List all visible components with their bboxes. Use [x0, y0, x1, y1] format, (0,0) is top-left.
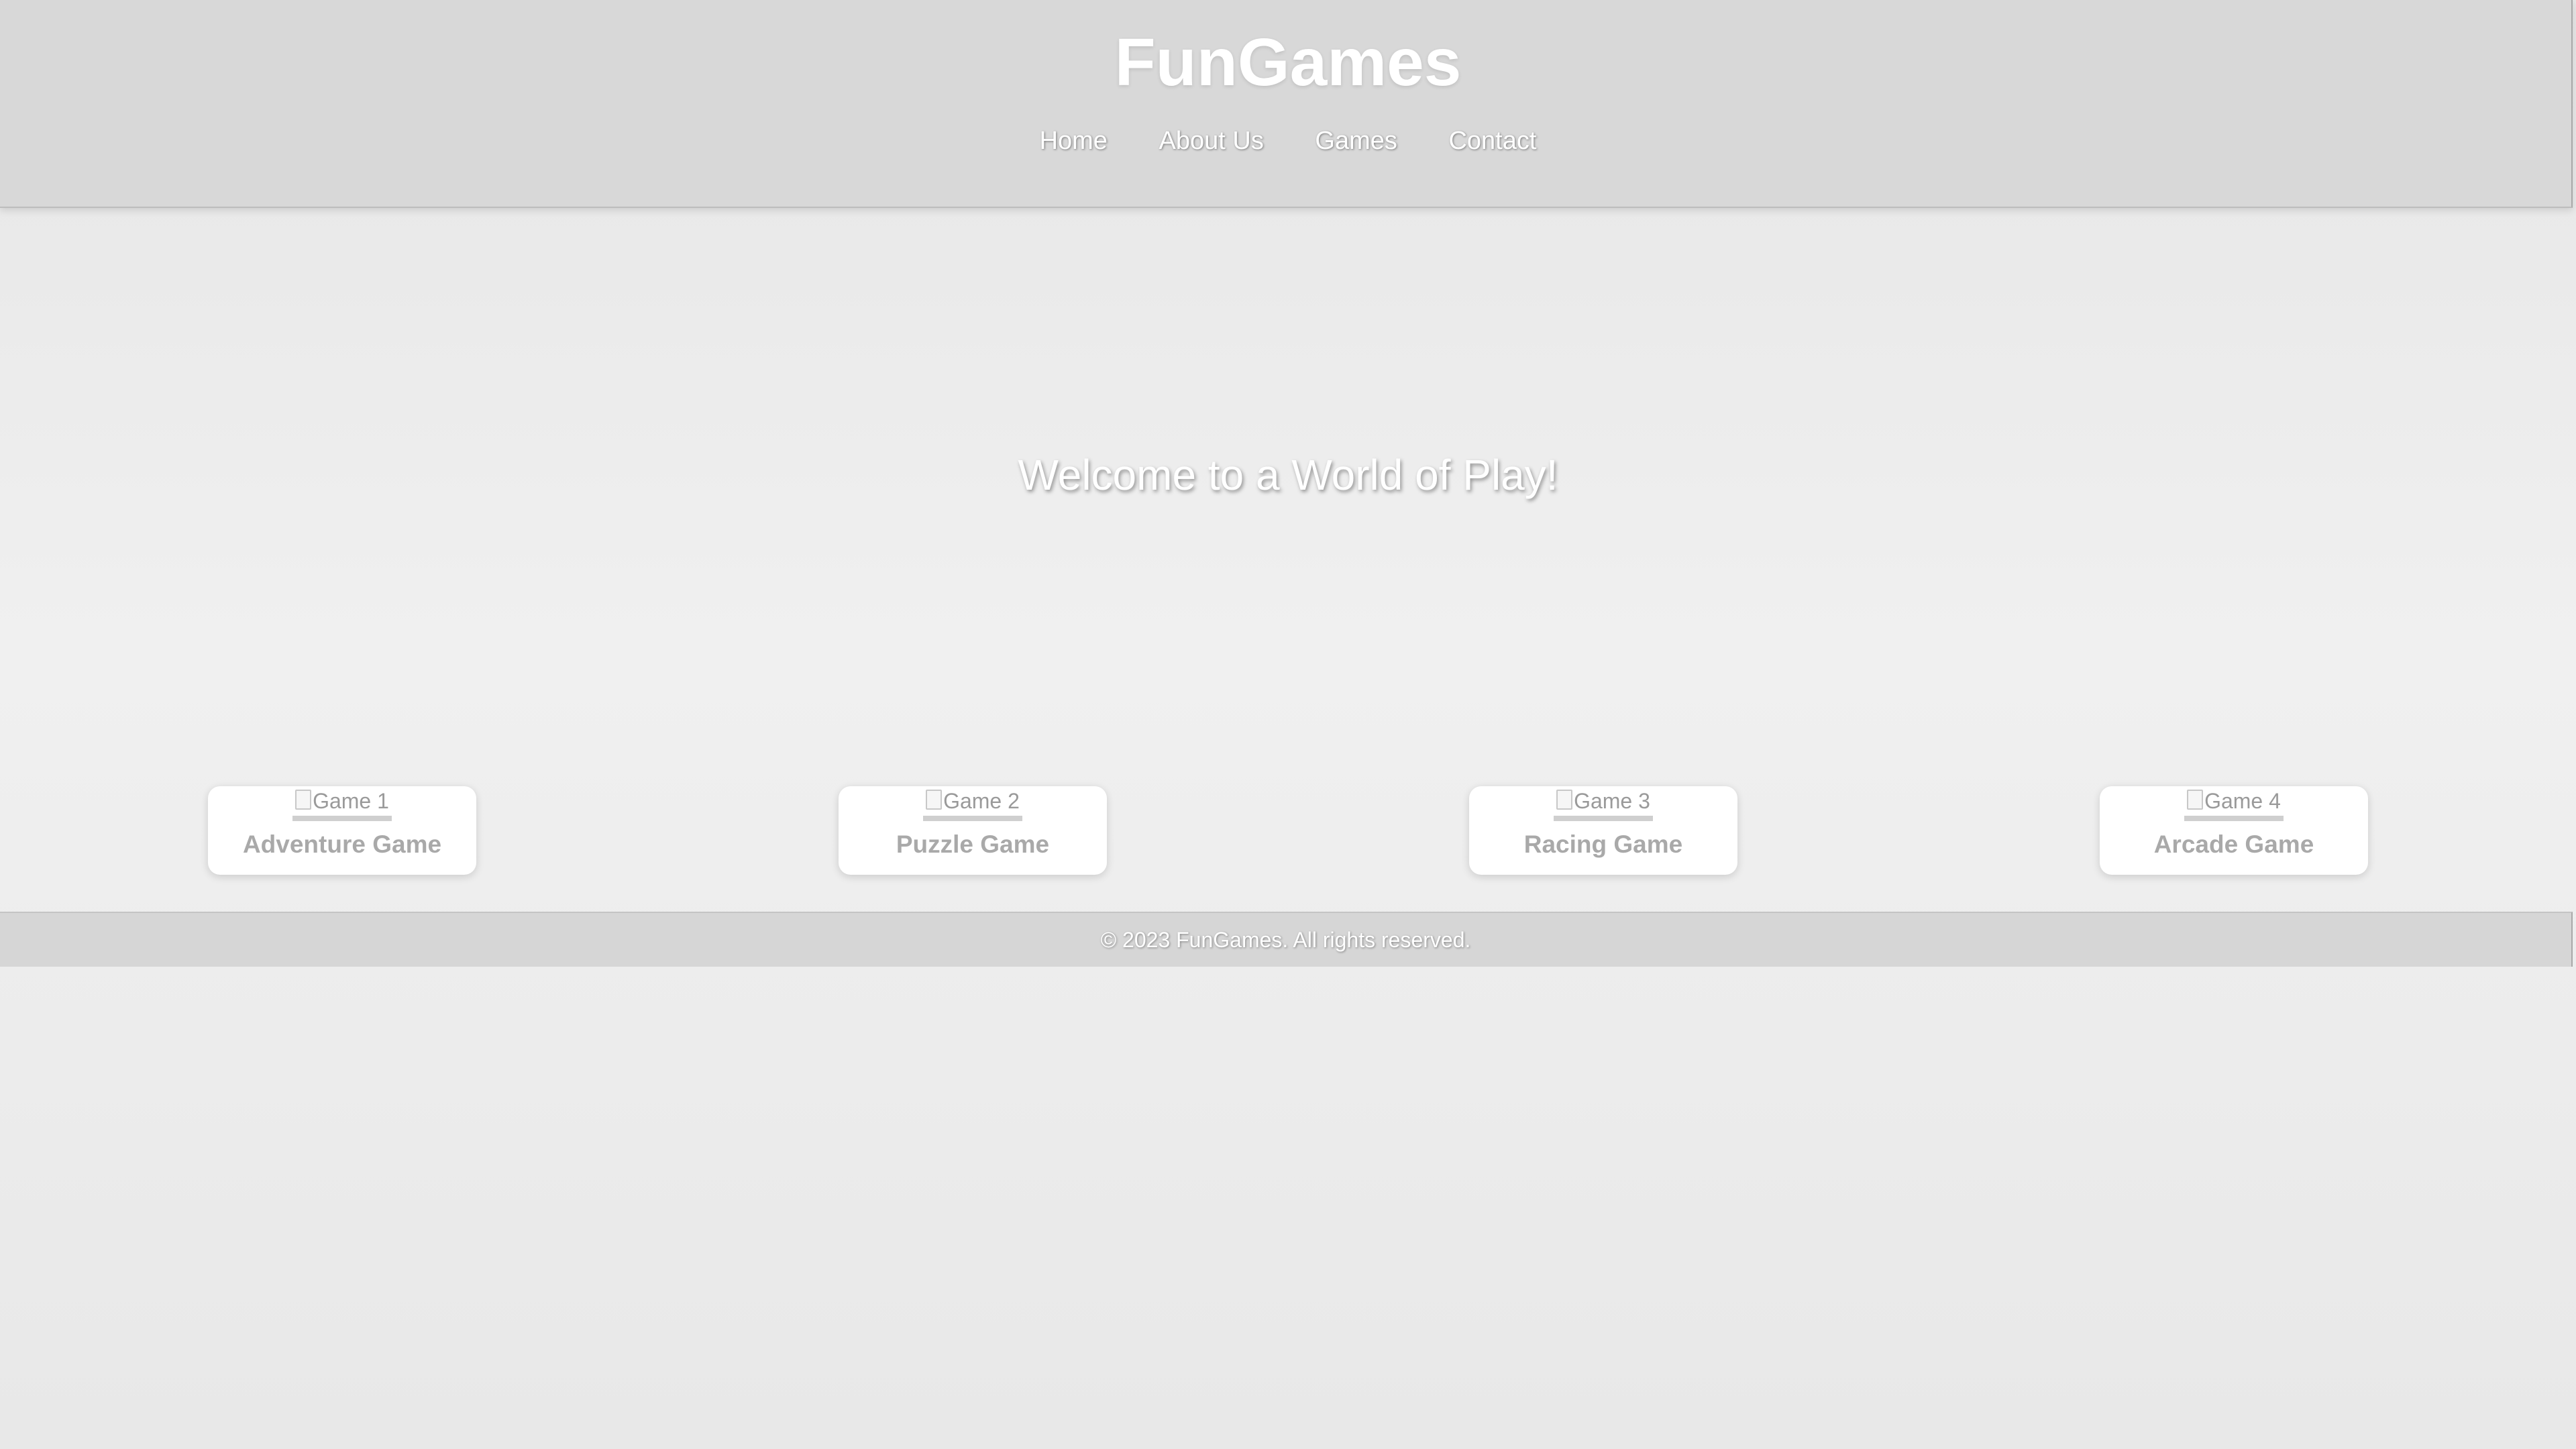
game-image-alt: Game 1 [313, 789, 389, 813]
game-title[interactable]: Racing Game [1469, 830, 1737, 859]
game-card-arcade[interactable]: Game 4 Arcade Game [2100, 786, 2368, 875]
game-image[interactable]: Game 2 [923, 786, 1022, 821]
broken-image-icon [2187, 790, 2204, 810]
game-title[interactable]: Puzzle Game [839, 830, 1107, 859]
game-card-racing[interactable]: Game 3 Racing Game [1469, 786, 1737, 875]
site-header: FunGames Home About Us Games Contact [0, 0, 2573, 208]
main-nav: Home About Us Games Contact [0, 125, 2576, 157]
game-card-adventure[interactable]: Game 1 Adventure Game [208, 786, 476, 875]
nav-link-games[interactable]: Games [1315, 125, 1397, 157]
game-image[interactable]: Game 4 [2184, 786, 2284, 821]
game-image-alt: Game 4 [2204, 789, 2281, 813]
game-image[interactable]: Game 1 [292, 786, 392, 821]
game-title[interactable]: Adventure Game [208, 830, 476, 859]
hero-section: Welcome to a World of Play! [0, 208, 2576, 765]
game-cards: Game 1 Adventure Game Game 2 Puzzle Game… [0, 786, 2576, 876]
copyright-text: © 2023 FunGames. All rights reserved. [1100, 928, 1471, 952]
nav-link-home[interactable]: Home [1040, 125, 1108, 157]
site-footer: © 2023 FunGames. All rights reserved. [0, 912, 2573, 967]
game-image-alt: Game 2 [943, 789, 1020, 813]
nav-link-about-us[interactable]: About Us [1159, 125, 1264, 157]
game-image-alt: Game 3 [1574, 789, 1650, 813]
game-title[interactable]: Arcade Game [2100, 830, 2368, 859]
game-image[interactable]: Game 3 [1554, 786, 1653, 821]
broken-image-icon [295, 790, 312, 810]
broken-image-icon [1556, 790, 1573, 810]
broken-image-icon [926, 790, 943, 810]
hero-title: Welcome to a World of Play! [1018, 451, 1558, 499]
site-logo[interactable]: FunGames [0, 25, 2576, 99]
nav-link-contact[interactable]: Contact [1448, 125, 1536, 157]
game-card-puzzle[interactable]: Game 2 Puzzle Game [839, 786, 1107, 875]
